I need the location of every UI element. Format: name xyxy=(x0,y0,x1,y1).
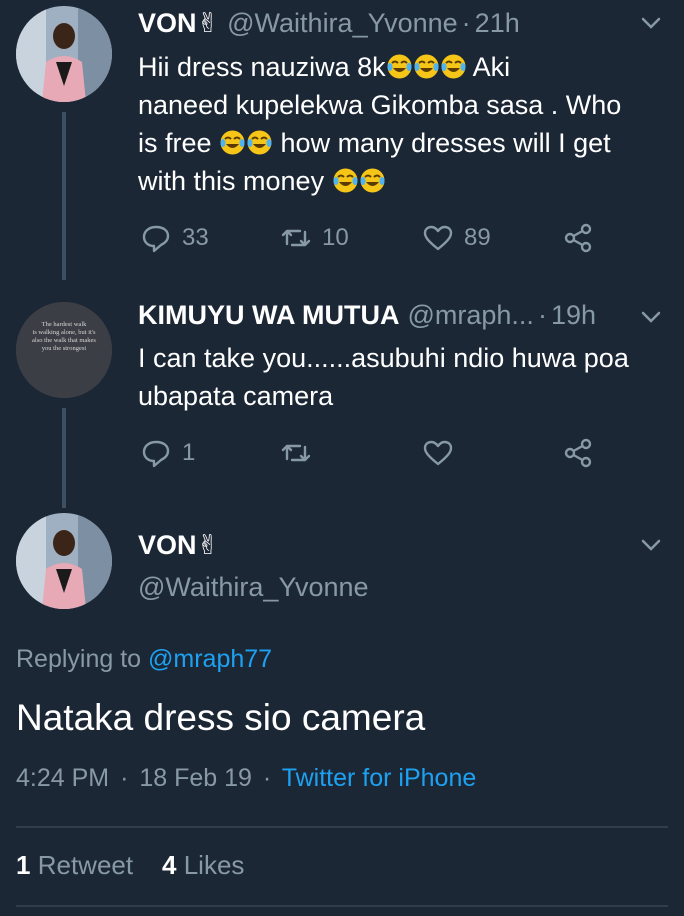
tweet-text: I can take you......asubuhi ndio huwa po… xyxy=(138,339,668,415)
tweet-date: 18 Feb 19 xyxy=(139,764,252,792)
separator-dot: · xyxy=(120,764,129,792)
main-name: VON✌ xyxy=(138,530,227,561)
share-icon xyxy=(564,438,592,468)
tweet-source-link[interactable]: Twitter for iPhone xyxy=(282,764,477,792)
tweet-line: is free xyxy=(138,128,220,158)
tweet-thread: VON✌ @Waithira_Yvonne · 21h Hii dress na… xyxy=(0,0,684,916)
like-count: 89 xyxy=(464,224,491,251)
tweet-line: I can take you......asubuhi ndio huwa po… xyxy=(138,343,629,373)
user-handle[interactable]: @mraph... xyxy=(407,300,533,331)
tweet-line: naneed kupelekwa Gikomba sasa . Who xyxy=(138,90,622,120)
reply-count: 1 xyxy=(182,439,196,466)
avatar-text: is walking alone, but it's xyxy=(32,329,96,336)
reply-count: 33 xyxy=(182,224,209,251)
avatar[interactable] xyxy=(16,6,112,102)
tweet-line: Hii dress nauziwa 8k xyxy=(138,52,386,82)
divider xyxy=(16,826,668,828)
laughing-crying-emoji-icon xyxy=(413,52,440,79)
main-tweet-text: Nataka dress sio camera xyxy=(16,697,426,738)
main-handle: @Waithira_Yvonne xyxy=(138,572,369,603)
timestamp[interactable]: 19h xyxy=(551,300,596,331)
reply-mention-link[interactable]: @mraph77 xyxy=(148,645,272,673)
engagement-stats: 1 Retweet 4 Likes xyxy=(16,850,244,881)
retweet-button[interactable] xyxy=(280,437,312,469)
chevron-down-icon[interactable] xyxy=(640,534,662,556)
tweet-text: Hii dress nauziwa 8k Aki naneed kupelekw… xyxy=(138,48,668,200)
retweets-label: Retweet xyxy=(37,850,134,880)
separator-dot: · xyxy=(461,8,471,38)
tweet-line: how many dresses will I get xyxy=(273,128,611,158)
like-button[interactable]: 89 xyxy=(422,222,491,254)
separator-dot: · xyxy=(262,764,272,792)
tweet-meta: 4:24 PM · 18 Feb 19 · Twitter for iPhone xyxy=(16,764,476,793)
laughing-crying-emoji-icon xyxy=(386,52,413,79)
avatar[interactable] xyxy=(16,513,112,609)
share-icon xyxy=(564,223,592,253)
replying-to: Replying to @mraph77 xyxy=(16,645,272,674)
tweet-time: 4:24 PM xyxy=(16,764,110,792)
likes-count: 4 xyxy=(162,850,177,880)
user-handle[interactable]: @Waithira_Yvonne xyxy=(138,572,369,603)
likes-stat[interactable]: 4 Likes xyxy=(162,850,244,880)
tweet-header: KIMUYU WA MUTUA @mraph... · 19h xyxy=(138,300,596,331)
chevron-down-icon[interactable] xyxy=(640,306,662,328)
reply-button[interactable]: 33 xyxy=(140,222,209,254)
thread-line xyxy=(62,112,66,280)
laughing-crying-emoji-icon xyxy=(359,166,386,193)
retweet-icon xyxy=(281,444,311,462)
tweet-line: Aki xyxy=(466,52,511,82)
display-name[interactable]: VON✌ xyxy=(138,8,219,39)
laughing-crying-emoji-icon xyxy=(332,166,359,193)
separator-dot: · xyxy=(537,300,547,330)
laughing-crying-emoji-icon xyxy=(246,128,273,155)
avatar-text: you the strongest xyxy=(42,345,87,352)
thread-line xyxy=(62,408,66,508)
replying-prefix: Replying to xyxy=(16,645,149,673)
tweet-line: with this money xyxy=(138,166,332,196)
share-button[interactable] xyxy=(562,222,594,254)
retweet-button[interactable]: 10 xyxy=(280,222,349,254)
retweet-icon xyxy=(281,229,311,247)
avatar-text: The hardest walk xyxy=(42,321,88,328)
retweets-count: 1 xyxy=(16,850,31,880)
laughing-crying-emoji-icon xyxy=(219,128,246,155)
retweets-stat[interactable]: 1 Retweet xyxy=(16,850,133,880)
divider xyxy=(16,905,668,907)
reply-icon xyxy=(142,440,170,468)
laughing-crying-emoji-icon xyxy=(440,52,467,79)
heart-icon xyxy=(423,440,453,466)
avatar[interactable]: The hardest walk is walking alone, but i… xyxy=(16,302,112,398)
avatar-text: also the walk that makes xyxy=(32,337,96,344)
retweet-count: 10 xyxy=(322,224,349,251)
timestamp[interactable]: 21h xyxy=(475,8,520,39)
tweet-line: ubapata camera xyxy=(138,381,334,411)
likes-label: Likes xyxy=(183,850,245,880)
heart-icon xyxy=(423,225,453,251)
tweet-header: VON✌ @Waithira_Yvonne · 21h xyxy=(138,8,520,39)
display-name[interactable]: KIMUYU WA MUTUA xyxy=(138,300,399,331)
user-handle[interactable]: @Waithira_Yvonne xyxy=(227,8,458,39)
like-button[interactable] xyxy=(422,437,454,469)
share-button[interactable] xyxy=(562,437,594,469)
display-name[interactable]: VON✌ xyxy=(138,530,219,561)
chevron-down-icon[interactable] xyxy=(640,12,662,34)
reply-button[interactable]: 1 xyxy=(140,437,195,469)
reply-icon xyxy=(142,225,170,253)
